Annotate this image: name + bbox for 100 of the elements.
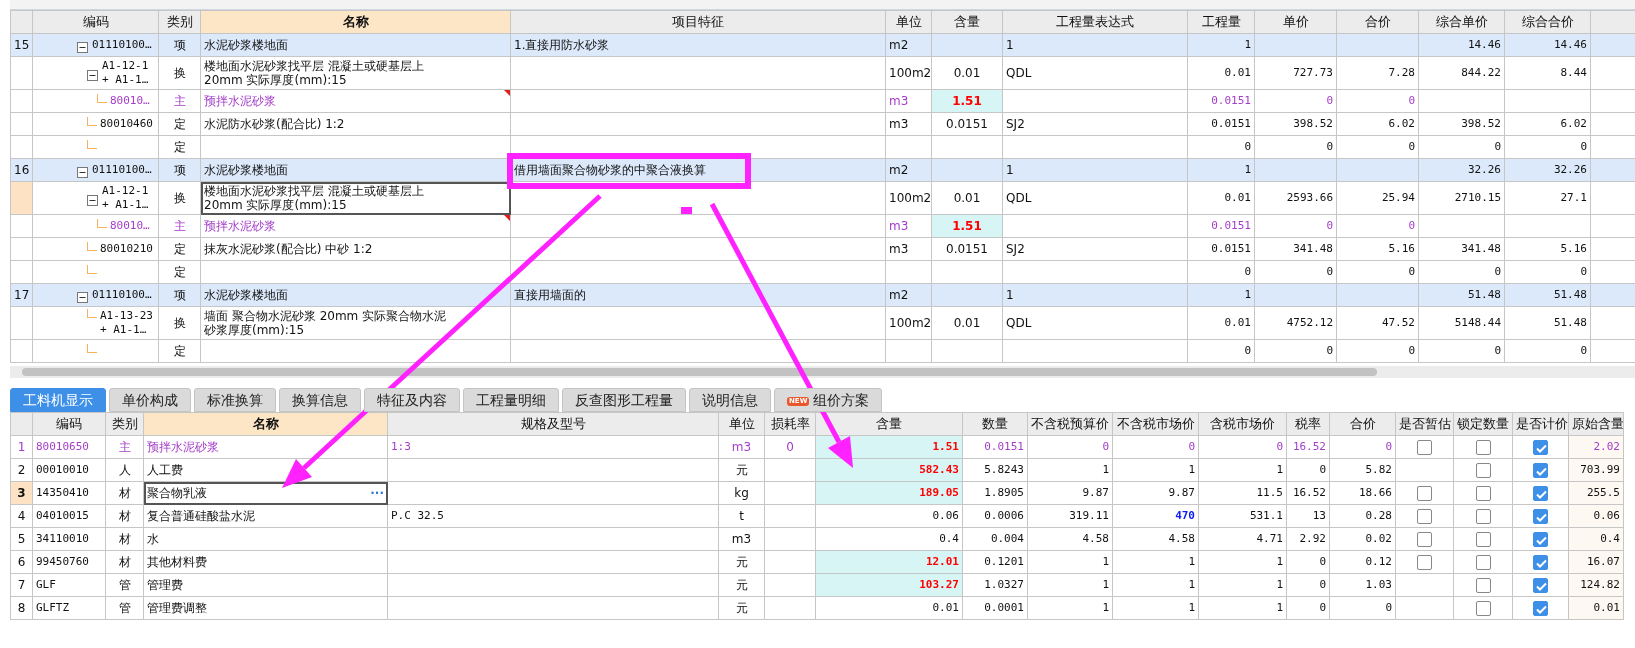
column-header[interactable]: 税率 [1286, 412, 1330, 436]
row-header[interactable]: 2 [10, 458, 33, 482]
table-cell: 0 [1254, 89, 1337, 113]
column-header[interactable]: 项目特征 [510, 10, 886, 34]
row-header[interactable]: 4 [10, 504, 33, 528]
table-cell: 1.0327 [962, 573, 1028, 597]
checkbox[interactable] [1533, 439, 1548, 455]
row-header[interactable]: 6 [10, 550, 33, 574]
table-cell: 0 [1329, 435, 1396, 459]
column-header[interactable]: 数量 [962, 412, 1028, 436]
row-header[interactable]: 3 [10, 481, 33, 505]
column-header[interactable]: 规格及型号 [387, 412, 719, 436]
checkbox[interactable] [1475, 577, 1491, 593]
tab[interactable]: 说明信息 [689, 388, 771, 412]
table-cell: 材 [105, 481, 144, 505]
checkbox[interactable] [1475, 462, 1491, 478]
table-cell: P.C 32.5 [387, 504, 719, 528]
tab[interactable]: 换算信息 [279, 388, 361, 412]
row-header[interactable]: 8 [10, 596, 33, 620]
column-header[interactable]: 综合单价 [1418, 10, 1505, 34]
tab[interactable]: 反查图形工程量 [562, 388, 686, 412]
column-header[interactable]: 工程量 [1187, 10, 1255, 34]
column-header[interactable]: 合价 [1329, 412, 1396, 436]
item-code: 01110100… [92, 163, 152, 178]
table-cell: SJ2 [1002, 112, 1188, 136]
column-header[interactable]: 类别 [158, 10, 201, 34]
table-cell: QDL [1002, 181, 1188, 215]
checkbox[interactable] [1533, 485, 1548, 501]
table-cell: 0 [1336, 135, 1419, 159]
checkbox[interactable] [1417, 485, 1432, 501]
column-header[interactable]: 含税市场价 [1198, 412, 1287, 436]
column-header[interactable]: 单价 [1254, 10, 1337, 34]
column-header[interactable]: 名称 [200, 10, 511, 34]
more-button[interactable]: ··· [370, 486, 384, 500]
checkbox[interactable] [1417, 508, 1432, 524]
table-cell: 元 [718, 550, 765, 574]
table-cell: 1 [1198, 573, 1287, 597]
item-code: A1-13-23 + A1-1… [100, 309, 153, 337]
column-header[interactable]: 是否暂估 [1395, 412, 1454, 436]
table-cell: kg [718, 481, 765, 505]
tab[interactable]: 标准换算 [194, 388, 276, 412]
collapse-icon[interactable] [77, 39, 88, 51]
checkbox[interactable] [1475, 508, 1491, 524]
collapse-icon[interactable] [87, 67, 98, 79]
table-cell: 4.71 [1198, 527, 1287, 551]
item-name: 预拌水泥砂浆 [204, 94, 276, 108]
column-header[interactable]: 单位 [718, 412, 765, 436]
table-cell: 0 [764, 435, 816, 459]
column-header[interactable]: 综合合价 [1504, 10, 1591, 34]
row-header[interactable]: 15 [10, 33, 33, 57]
scrollbar-thumb[interactable] [22, 368, 1377, 376]
row-header[interactable]: 5 [10, 527, 33, 551]
checkbox[interactable] [1533, 554, 1548, 570]
row-header[interactable]: 1 [10, 435, 33, 459]
checkbox[interactable] [1475, 554, 1491, 570]
row-header[interactable]: 17 [10, 283, 33, 307]
table-cell: 0 [1418, 135, 1505, 159]
checkbox[interactable] [1475, 600, 1491, 616]
column-header[interactable]: 不含税市场价 [1112, 412, 1199, 436]
checkbox[interactable] [1475, 485, 1491, 501]
column-header[interactable]: 含量 [931, 10, 1003, 34]
checkbox[interactable] [1533, 600, 1548, 616]
column-header[interactable]: 编码 [32, 10, 159, 34]
checkbox[interactable] [1533, 508, 1548, 524]
column-header[interactable]: 锁定数量 [1453, 412, 1513, 436]
tab[interactable]: 特征及内容 [364, 388, 460, 412]
table-cell: 0.0151 [962, 435, 1028, 459]
collapse-icon[interactable] [77, 164, 88, 176]
checkbox[interactable] [1475, 531, 1491, 547]
tab[interactable]: 工程量明细 [463, 388, 559, 412]
checkbox[interactable] [1533, 531, 1548, 547]
table-cell: 103.27 [815, 573, 963, 597]
table-cell: 0.0006 [962, 504, 1028, 528]
column-header[interactable]: 工程量表达式 [1002, 10, 1188, 34]
checkbox[interactable] [1533, 577, 1548, 593]
column-header[interactable]: 损耗率 [764, 412, 816, 436]
column-header[interactable]: 单位 [885, 10, 932, 34]
table-cell: m3 [885, 237, 932, 261]
collapse-icon[interactable] [77, 289, 88, 301]
row-header[interactable]: 16 [10, 158, 33, 182]
column-header[interactable]: 合价 [1336, 10, 1419, 34]
checkbox[interactable] [1417, 531, 1432, 547]
table-cell: 抹灰水泥砂浆(配合比) 中砂 1:2 [200, 237, 511, 261]
table-cell: 47.52 [1336, 306, 1419, 340]
checkbox[interactable] [1417, 554, 1432, 570]
checkbox[interactable] [1475, 439, 1491, 455]
row-header[interactable]: 7 [10, 573, 33, 597]
checkbox[interactable] [1533, 462, 1548, 478]
column-header[interactable]: 名称 [143, 412, 388, 436]
column-header[interactable]: 不含税预算价 [1027, 412, 1113, 436]
tab[interactable]: 单价构成 [109, 388, 191, 412]
checkbox[interactable] [1417, 439, 1432, 455]
column-header[interactable]: 含量 [815, 412, 963, 436]
table-cell: 0 [1027, 435, 1113, 459]
column-header[interactable]: 编码 [32, 412, 106, 436]
table-cell: 0.0001 [962, 596, 1028, 620]
column-header[interactable]: 是否计价 [1512, 412, 1569, 436]
collapse-icon[interactable] [87, 192, 98, 204]
column-header[interactable]: 类别 [105, 412, 144, 436]
scrollbar[interactable] [10, 366, 1635, 378]
